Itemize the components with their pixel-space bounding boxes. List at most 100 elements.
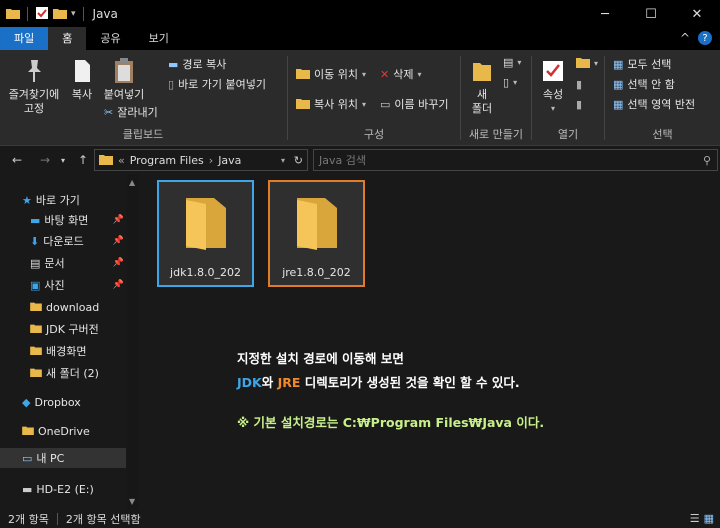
minimize-button[interactable]: ─ bbox=[582, 0, 628, 28]
scroll-down-icon[interactable]: ▼ bbox=[129, 497, 135, 506]
sidebar-item-label: 바탕 화면 bbox=[44, 214, 89, 227]
annotation-line-2-rest: 디렉토리가 생성된 것을 확인 할 수 있다. bbox=[300, 375, 520, 390]
properties-check-icon[interactable] bbox=[35, 6, 49, 23]
search-input[interactable]: Java 검색 bbox=[319, 152, 366, 168]
maximize-button[interactable]: ☐ bbox=[628, 0, 674, 28]
rename-icon: ▭ bbox=[380, 97, 391, 111]
easy-access-button[interactable]: ▯ ▾ bbox=[503, 76, 517, 89]
sidebar-item-jdk-old[interactable]: JDK 구버전 bbox=[30, 319, 126, 339]
breadcrumb-separator-icon: › bbox=[208, 153, 214, 167]
folder-item-jre[interactable]: jre1.8.0_202 bbox=[268, 180, 365, 287]
chevron-down-icon: ▾ bbox=[361, 69, 366, 79]
chevron-down-icon: ▾ bbox=[550, 104, 555, 113]
folder-item-jdk[interactable]: jdk1.8.0_202 bbox=[157, 180, 254, 287]
tab-file[interactable]: 파일 bbox=[0, 27, 49, 50]
paste-button[interactable]: 붙여넣기 bbox=[102, 56, 146, 102]
breadcrumb-overflow[interactable]: « bbox=[118, 154, 125, 167]
folder-icon bbox=[22, 425, 34, 438]
organize-group: 이동 위치 ▾ 복사 위치 ▾ ✕ 삭제 ▾ ▭ 이름 바꾸기 구성 bbox=[288, 50, 460, 146]
open-button[interactable]: ▾ bbox=[576, 56, 598, 71]
copy-to-button[interactable]: 복사 위치 ▾ bbox=[296, 96, 366, 112]
collapse-ribbon-icon[interactable]: ^ bbox=[680, 31, 690, 45]
pin-to-quick-access-button[interactable]: 즐겨찾기에 고정 bbox=[6, 56, 62, 116]
computer-icon: ▭ bbox=[22, 451, 33, 465]
annotation-jdk: JDK bbox=[237, 375, 262, 390]
close-button[interactable]: ✕ bbox=[674, 0, 720, 28]
pin-icon: 📌 bbox=[112, 280, 124, 290]
drive-icon: ▬ bbox=[22, 482, 33, 496]
select-all-label: 모두 선택 bbox=[627, 58, 672, 71]
navigation-pane: ★ 바로 가기 ▬ 바탕 화면 📌 ⬇ 다운로드 📌 ▤ 문서 📌 ▣ 사진 📌… bbox=[0, 174, 140, 510]
sidebar-item-new-folder-2[interactable]: 새 폴더 (2) bbox=[30, 363, 126, 383]
rename-button[interactable]: ▭ 이름 바꾸기 bbox=[380, 96, 449, 112]
delete-button[interactable]: ✕ 삭제 ▾ bbox=[380, 66, 421, 82]
quick-access-toolbar: ▾ bbox=[0, 6, 87, 23]
large-icons-view-icon[interactable]: ▦ bbox=[704, 512, 714, 525]
address-dropdown-icon[interactable]: ▾ bbox=[281, 156, 285, 165]
breadcrumb-program-files[interactable]: Program Files bbox=[130, 154, 204, 167]
copy-to-label: 복사 위치 bbox=[314, 98, 358, 111]
properties-label: 속성 bbox=[542, 88, 564, 101]
tab-home[interactable]: 홈 bbox=[48, 27, 87, 50]
navigation-bar: ← → ▾ ↑ « Program Files › Java ▾ ↻ Java … bbox=[0, 147, 720, 173]
address-bar[interactable]: « Program Files › Java ▾ ↻ bbox=[94, 149, 308, 171]
edit-button[interactable]: ▮ bbox=[576, 78, 582, 91]
back-arrow-icon[interactable]: ← bbox=[8, 153, 26, 167]
tab-share[interactable]: 공유 bbox=[86, 27, 134, 50]
sidebar-item-this-pc[interactable]: ▭ 내 PC bbox=[0, 448, 126, 468]
paste-shortcut-button[interactable]: ▯ 바로 가기 붙여넣기 bbox=[168, 76, 266, 92]
search-box[interactable]: Java 검색 ⚲ bbox=[313, 149, 718, 171]
properties-button[interactable]: 속성 ▾ bbox=[538, 56, 568, 116]
window-title: Java bbox=[92, 7, 118, 21]
sidebar-item-label: 바로 가기 bbox=[35, 194, 80, 207]
ribbon: 즐겨찾기에 고정 복사 붙여넣기 ▬ 경로 복사 ▯ 바로 가기 붙여넣기 ✂ … bbox=[0, 50, 720, 146]
pin-icon bbox=[23, 56, 45, 86]
history-button[interactable]: ▮ bbox=[576, 98, 582, 111]
sidebar-item-label: 사진 bbox=[44, 279, 65, 292]
annotation-jre: JRE bbox=[277, 375, 301, 390]
forward-arrow-icon[interactable]: → bbox=[36, 153, 54, 167]
details-view-icon[interactable]: ☰ bbox=[690, 512, 700, 525]
sidebar-item-pictures[interactable]: ▣ 사진 📌 bbox=[30, 275, 126, 295]
tab-view[interactable]: 보기 bbox=[135, 27, 183, 50]
sidebar-scrollbar[interactable]: ▲ ▼ bbox=[127, 174, 139, 510]
download-icon: ⬇ bbox=[30, 234, 40, 248]
select-none-button[interactable]: ▦ 선택 안 함 bbox=[613, 76, 675, 92]
cut-button[interactable]: ✂ 잘라내기 bbox=[104, 104, 158, 120]
item-count: 2개 항목 bbox=[8, 513, 49, 526]
sidebar-item-wallpapers[interactable]: 배경화면 bbox=[30, 341, 126, 361]
move-folder-icon bbox=[296, 67, 310, 82]
qat-dropdown-icon[interactable]: ▾ bbox=[71, 9, 76, 19]
new-item-button[interactable]: ▤ ▾ bbox=[503, 56, 521, 69]
help-icon[interactable]: ? bbox=[698, 31, 712, 45]
sidebar-item-label: JDK 구버전 bbox=[46, 323, 99, 336]
sidebar-item-documents[interactable]: ▤ 문서 📌 bbox=[30, 253, 126, 273]
copy-button[interactable]: 복사 bbox=[64, 56, 100, 102]
select-none-label: 선택 안 함 bbox=[627, 78, 675, 91]
up-arrow-icon[interactable]: ↑ bbox=[74, 153, 92, 167]
paste-icon bbox=[113, 56, 135, 86]
invert-selection-button[interactable]: ▦ 선택 영역 반전 bbox=[613, 96, 695, 112]
annotation-wa: 와 bbox=[261, 375, 278, 390]
recent-locations-chevron-icon[interactable]: ▾ bbox=[54, 156, 72, 165]
copy-path-button[interactable]: ▬ 경로 복사 bbox=[168, 56, 226, 72]
refresh-icon[interactable]: ↻ bbox=[294, 154, 303, 167]
chevron-down-icon: ▾ bbox=[417, 69, 422, 79]
star-icon: ★ bbox=[22, 193, 32, 207]
breadcrumb-java[interactable]: Java bbox=[218, 154, 241, 167]
new-folder-icon[interactable] bbox=[53, 7, 67, 22]
address-folder-icon bbox=[99, 153, 113, 168]
sidebar-item-downloads[interactable]: ⬇ 다운로드 📌 bbox=[30, 231, 126, 251]
invert-selection-label: 선택 영역 반전 bbox=[627, 98, 696, 111]
new-folder-button[interactable]: 새 폴더 bbox=[467, 56, 497, 116]
select-all-button[interactable]: ▦ 모두 선택 bbox=[613, 56, 671, 72]
pin-icon: 📌 bbox=[112, 215, 124, 225]
sidebar-item-desktop[interactable]: ▬ 바탕 화면 📌 bbox=[30, 210, 126, 230]
search-icon: ⚲ bbox=[702, 153, 711, 167]
folder-icon bbox=[180, 192, 232, 255]
sidebar-item-download-folder[interactable]: download bbox=[30, 297, 126, 317]
paste-shortcut-label: 바로 가기 붙여넣기 bbox=[178, 78, 267, 91]
scroll-up-icon[interactable]: ▲ bbox=[129, 178, 135, 187]
move-to-button[interactable]: 이동 위치 ▾ bbox=[296, 66, 366, 82]
sidebar-item-label: OneDrive bbox=[38, 424, 90, 438]
